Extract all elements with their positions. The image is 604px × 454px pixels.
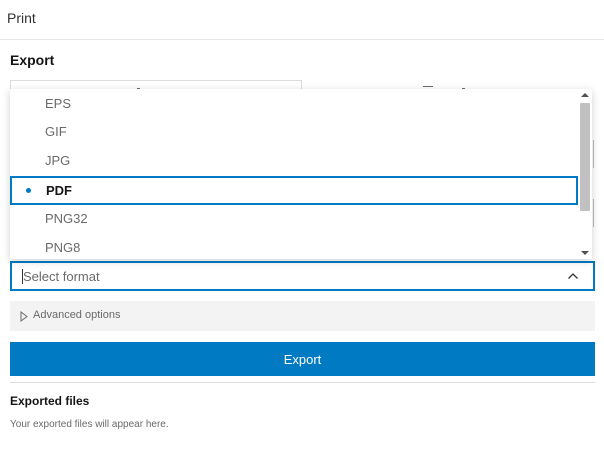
format-option-pdf[interactable]: PDF <box>10 176 578 205</box>
exported-files-heading: Exported files <box>10 394 90 408</box>
format-option-label: PNG8 <box>45 240 81 255</box>
format-option-label: EPS <box>45 96 72 111</box>
export-button[interactable]: Export <box>10 342 595 376</box>
format-option-gif[interactable]: GIF <box>10 117 578 146</box>
advanced-options-label: Advanced options <box>33 309 121 321</box>
background-field-edge <box>593 199 594 227</box>
format-option-jpg[interactable]: JPG <box>10 146 578 175</box>
format-option-label: GIF <box>45 124 67 139</box>
scroll-down-arrow-icon[interactable] <box>581 251 589 255</box>
format-select[interactable]: Select format <box>10 261 595 291</box>
format-dropdown-list: EPS GIF JPG PDF PNG32 PNG8 <box>10 89 592 259</box>
format-option-png8[interactable]: PNG8 <box>10 233 578 259</box>
dot-icon <box>26 188 31 193</box>
format-option-png32[interactable]: PNG32 <box>10 204 578 233</box>
divider <box>10 382 595 383</box>
exported-files-empty-message: Your exported files will appear here. <box>10 419 169 430</box>
background-fragment <box>423 86 433 87</box>
chevron-right-outline-icon <box>20 311 28 322</box>
scroll-up-arrow-icon[interactable] <box>581 93 589 97</box>
panel-header: Print <box>0 0 604 40</box>
advanced-options-toggle[interactable]: Advanced options <box>10 301 595 331</box>
format-option-eps[interactable]: EPS <box>10 89 578 118</box>
format-option-label: PDF <box>46 183 72 198</box>
background-field-edge <box>593 140 594 168</box>
print-panel: Print Export Select format EPS GIF JPG P… <box>0 0 604 454</box>
format-option-label: PNG32 <box>45 211 88 226</box>
panel-title: Print <box>7 10 36 26</box>
scrollbar-thumb[interactable] <box>580 103 590 211</box>
chevron-up-icon[interactable] <box>567 272 579 280</box>
format-select-placeholder: Select format <box>23 269 100 284</box>
format-option-label: JPG <box>45 153 71 168</box>
dropdown-scrollbar[interactable] <box>578 89 591 259</box>
export-section-heading: Export <box>10 52 55 68</box>
